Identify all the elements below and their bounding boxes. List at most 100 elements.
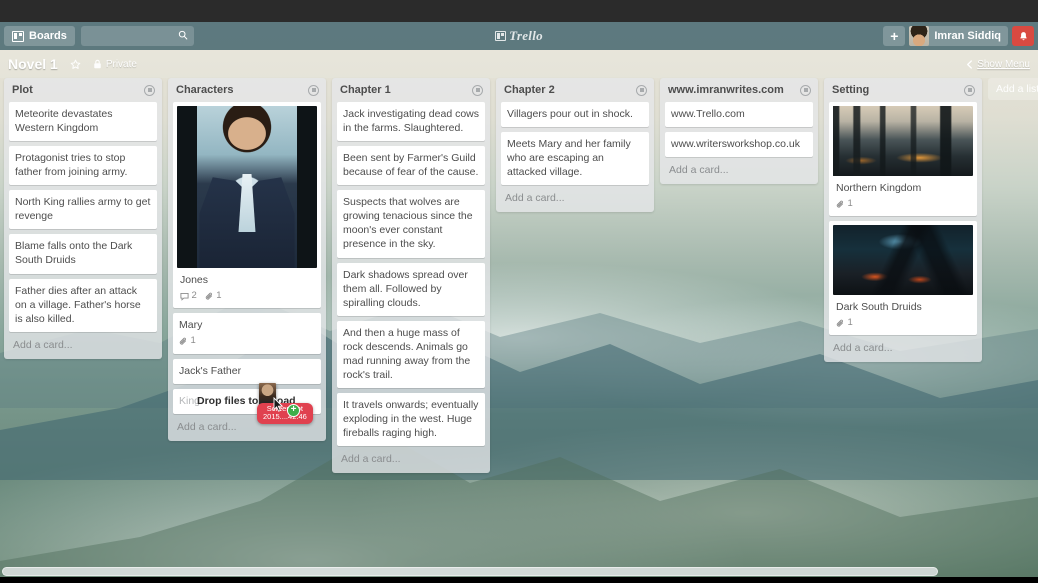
- card-title: Jones: [180, 274, 209, 286]
- card-badges: 1: [833, 317, 973, 330]
- attachment-count: 1: [847, 316, 853, 328]
- visibility-label: Private: [105, 58, 137, 70]
- list-menu-icon[interactable]: [472, 84, 483, 96]
- list-title[interactable]: Setting: [832, 84, 869, 96]
- search-box[interactable]: [80, 26, 194, 46]
- add-card-button[interactable]: Add a card...: [337, 446, 485, 473]
- card[interactable]: Protagonist tries to stop father from jo…: [9, 146, 157, 186]
- card-list: Villagers pour out in shock. Meets Mary …: [501, 102, 649, 186]
- card[interactable]: Northern Kingdom 1: [829, 102, 977, 216]
- list-title[interactable]: Chapter 1: [340, 84, 391, 96]
- trello-logo-icon: [495, 31, 507, 41]
- add-card-button[interactable]: Add a card...: [9, 332, 157, 359]
- lock-icon: [94, 59, 101, 69]
- list-menu-icon[interactable]: [636, 84, 647, 96]
- list-menu-icon[interactable]: [144, 84, 155, 96]
- card[interactable]: Jones 2 1: [173, 102, 321, 308]
- card[interactable]: Meets Mary and her family who are escapi…: [501, 132, 649, 186]
- card[interactable]: And then a huge mass of rock descends. A…: [337, 320, 485, 388]
- list-title[interactable]: www.imranwrites.com: [668, 84, 784, 96]
- list-chapter-1: Chapter 1 Jack investigating dead cows i…: [332, 78, 490, 474]
- attachment-count: 1: [216, 290, 222, 302]
- card-title: Blame falls onto the Dark South Druids: [15, 240, 133, 267]
- card[interactable]: www.Trello.com: [665, 102, 813, 128]
- star-button[interactable]: [70, 59, 81, 70]
- list-header: Plot: [9, 83, 157, 102]
- attachment-icon: [205, 292, 212, 300]
- add-card-button[interactable]: Add a card...: [829, 335, 977, 362]
- list-header: Chapter 1: [337, 83, 485, 102]
- list-menu-icon[interactable]: [964, 84, 975, 96]
- card-title: North King rallies army to get revenge: [15, 196, 151, 223]
- card[interactable]: Suspects that wolves are growing tenacio…: [337, 190, 485, 258]
- list-imranwrites: www.imranwrites.com www.Trello.com www.w…: [660, 78, 818, 185]
- comment-count: 2: [191, 290, 197, 302]
- search-input[interactable]: [80, 26, 194, 46]
- card[interactable]: Jack's Father: [173, 358, 321, 384]
- card-list: Meteorite devastates Western Kingdom Pro…: [9, 102, 157, 332]
- card-title: Suspects that wolves are growing tenacio…: [343, 196, 473, 251]
- add-button[interactable]: +: [883, 26, 906, 46]
- list-menu-icon[interactable]: [800, 84, 811, 96]
- list-title[interactable]: Chapter 2: [504, 84, 555, 96]
- attachment-badge: 1: [836, 198, 853, 211]
- board-header: Novel 1 Private Show Menu: [0, 50, 1038, 78]
- app-header: Boards Trello + Imran Siddiq: [0, 22, 1038, 50]
- list-characters: Characters Jones 2 1 Mary 1 Jack's Fathe…: [168, 78, 326, 441]
- card[interactable]: Been sent by Farmer's Guild because of f…: [337, 146, 485, 186]
- notifications-button[interactable]: [1012, 26, 1034, 46]
- card[interactable]: Dark South Druids 1: [829, 220, 977, 335]
- show-menu-button[interactable]: Show Menu: [966, 59, 1030, 70]
- card[interactable]: It travels onwards; eventually exploding…: [337, 392, 485, 447]
- card[interactable]: Villagers pour out in shock.: [501, 102, 649, 128]
- add-card-button[interactable]: Add a card...: [665, 157, 813, 184]
- attachment-icon: [179, 337, 186, 345]
- card[interactable]: Mary 1: [173, 312, 321, 354]
- card-title: It travels onwards; eventually exploding…: [343, 398, 479, 440]
- list-menu-icon[interactable]: [308, 84, 319, 96]
- card-badges: 2 1: [177, 290, 317, 303]
- avatar: [909, 26, 930, 46]
- horizontal-scrollbar[interactable]: [0, 567, 1038, 576]
- card-list: Jack investigating dead cows in the farm…: [337, 102, 485, 447]
- card[interactable]: Father dies after an attack on a village…: [9, 278, 157, 332]
- card-title: Villagers pour out in shock.: [507, 108, 633, 120]
- card[interactable]: Jack investigating dead cows in the farm…: [337, 102, 485, 142]
- list-title[interactable]: Plot: [12, 84, 33, 96]
- attachment-badge: 1: [836, 317, 853, 330]
- bell-icon: [1019, 31, 1027, 40]
- card[interactable]: Dark shadows spread over them all. Follo…: [337, 262, 485, 316]
- card-title: Meteorite devastates Western Kingdom: [15, 108, 113, 135]
- card-list: Jones 2 1 Mary 1 Jack's Father King Drop…: [173, 102, 321, 425]
- card-title: www.writersworkshop.co.uk: [671, 138, 800, 151]
- member-menu[interactable]: Imran Siddiq: [909, 26, 1008, 46]
- card[interactable]: Meteorite devastates Western Kingdom: [9, 102, 157, 142]
- card[interactable]: North King rallies army to get revenge: [9, 190, 157, 230]
- scrollbar-thumb[interactable]: [2, 567, 938, 576]
- list-header: www.imranwrites.com: [665, 83, 813, 102]
- boards-button[interactable]: Boards: [4, 26, 75, 46]
- add-list-button[interactable]: Add a list...: [988, 78, 1038, 100]
- add-card-button[interactable]: Add a card...: [501, 185, 649, 212]
- board-lists-container: Plot Meteorite devastates Western Kingdo…: [0, 78, 1038, 565]
- card-title: Dark shadows spread over them all. Follo…: [343, 268, 468, 309]
- card[interactable]: www.writersworkshop.co.uk: [665, 132, 813, 158]
- list-setting: Setting Northern Kingdom 1 Dark South Dr…: [824, 78, 982, 362]
- list-title[interactable]: Characters: [176, 84, 233, 96]
- boards-icon: [12, 30, 24, 42]
- visibility-button[interactable]: Private: [93, 59, 137, 70]
- trello-board-app: Boards Trello + Imran Siddiq Novel 1 Pri…: [0, 0, 1038, 583]
- attachment-count: 1: [847, 198, 853, 210]
- card-drop-target[interactable]: King Drop files to upload Screen...ot 20…: [173, 382, 321, 425]
- star-icon: [70, 59, 81, 69]
- header-right-group: + Imran Siddiq: [883, 26, 1034, 46]
- card-title: Mary: [179, 318, 203, 331]
- card[interactable]: Blame falls onto the Dark South Druids: [9, 234, 157, 274]
- list-chapter-2: Chapter 2 Villagers pour out in shock. M…: [496, 78, 654, 213]
- card-title: And then a huge mass of rock descends. A…: [343, 326, 471, 381]
- os-top-bar: [0, 0, 1038, 22]
- card-title: Jack investigating dead cows in the farm…: [343, 108, 479, 135]
- board-title[interactable]: Novel 1: [8, 56, 58, 72]
- list-header: Chapter 2: [501, 83, 649, 102]
- card-list: www.Trello.com www.writersworkshop.co.uk: [665, 102, 813, 158]
